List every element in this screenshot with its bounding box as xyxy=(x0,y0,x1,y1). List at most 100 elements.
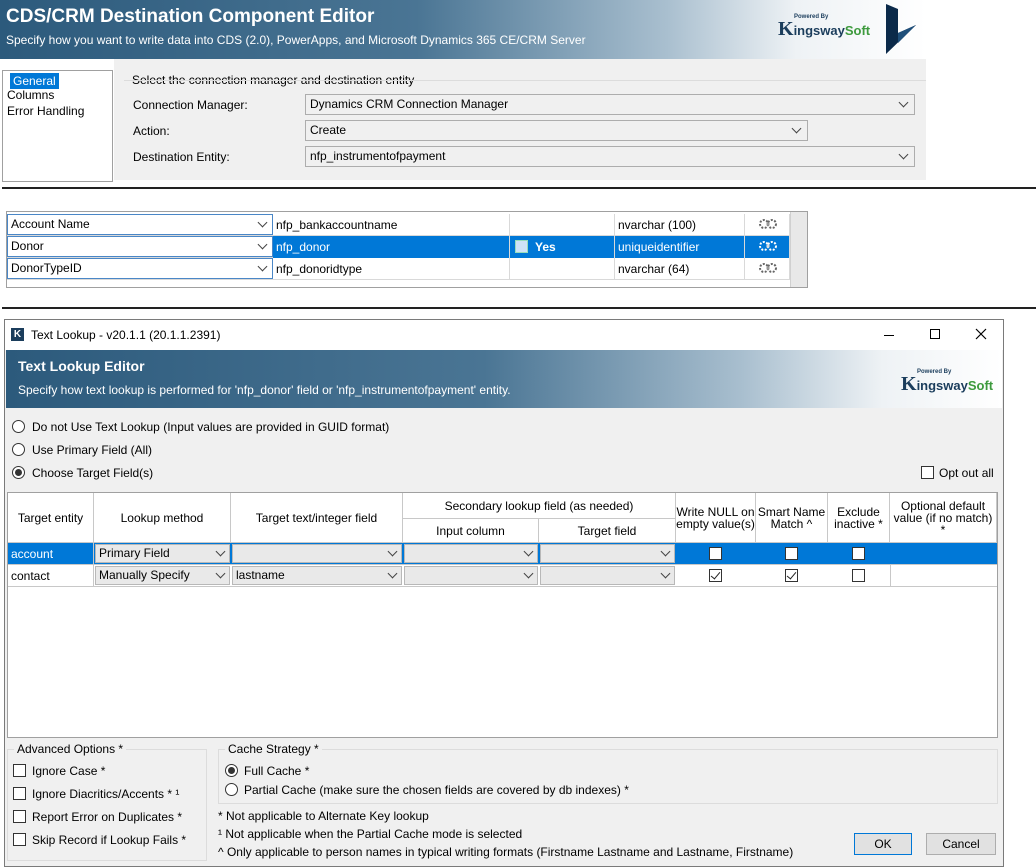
no-lookup-label: Do not Use Text Lookup (Input values are… xyxy=(32,420,390,434)
data-type: nvarchar (64) xyxy=(615,258,745,280)
app-icon: K xyxy=(11,328,24,341)
optional-default-input[interactable] xyxy=(890,565,997,587)
nav-item-general[interactable]: General xyxy=(3,71,112,89)
editor-subtitle: Specify how you want to write data into … xyxy=(6,33,586,47)
lookup-method-select[interactable]: Primary Field xyxy=(95,544,230,563)
footnote: * Not applicable to Alternate Key lookup xyxy=(218,809,429,823)
opt-out-all-label: Opt out all xyxy=(939,466,994,480)
exclude-inactive-checkbox[interactable] xyxy=(852,569,865,582)
action-label: Action: xyxy=(133,124,170,138)
optional-default-input[interactable] xyxy=(890,543,997,565)
key-cell[interactable]: Yes xyxy=(510,236,615,258)
divider xyxy=(2,187,1036,189)
write-null-checkbox[interactable] xyxy=(709,547,722,560)
target-field: nfp_bankaccountname xyxy=(273,214,510,236)
no-lookup-radio[interactable] xyxy=(12,420,25,433)
chevron-down-icon xyxy=(257,217,268,228)
col-write-null: Write NULL on empty value(s) xyxy=(676,493,756,543)
lookup-settings-icon[interactable] xyxy=(758,262,778,274)
destination-entity-label: Destination Entity: xyxy=(133,150,230,164)
close-icon xyxy=(975,328,987,340)
full-cache-radio[interactable] xyxy=(225,764,238,777)
lookup-settings-icon[interactable] xyxy=(758,240,778,252)
col-input-column: Input column xyxy=(403,519,539,543)
ok-button[interactable]: OK xyxy=(854,833,912,855)
chevron-down-icon xyxy=(387,546,398,557)
target-field-select[interactable]: lastname xyxy=(232,566,402,585)
target-entity-cell: account xyxy=(8,543,94,565)
choose-target-fields-label: Choose Target Field(s) xyxy=(32,466,154,480)
key-cell xyxy=(510,258,615,280)
primary-field-radio[interactable] xyxy=(12,443,25,456)
lookup-grid: Target entity Lookup method Target text/… xyxy=(7,492,998,738)
window-titlebar: K Text Lookup - v20.1.1 (20.1.1.2391) xyxy=(5,320,1003,350)
chevron-down-icon xyxy=(660,568,671,579)
cache-strategy-legend: Cache Strategy * xyxy=(225,742,322,756)
table-row[interactable]: contact Manually Specify lastname xyxy=(8,565,997,587)
nav-item-error-handling[interactable]: Error Handling xyxy=(3,103,112,119)
advanced-options-legend: Advanced Options * xyxy=(14,742,127,756)
footnote: ^ Only applicable to person names in typ… xyxy=(218,845,794,859)
chevron-down-icon xyxy=(791,123,802,134)
destination-entity-select[interactable]: nfp_instrumentofpayment xyxy=(305,146,915,167)
chevron-down-icon xyxy=(257,261,268,272)
ignore-diacritics-label: Ignore Diacritics/Accents * ¹ xyxy=(32,787,180,801)
editor-banner: CDS/CRM Destination Component Editor Spe… xyxy=(0,0,926,59)
cancel-button[interactable]: Cancel xyxy=(926,833,996,855)
target-field: nfp_donor xyxy=(273,236,510,258)
partial-cache-radio[interactable] xyxy=(225,783,238,796)
opt-out-all-checkbox[interactable] xyxy=(921,466,934,479)
ignore-diacritics-checkbox[interactable] xyxy=(13,787,26,800)
secondary-target-field-select[interactable] xyxy=(540,544,675,563)
target-field-select[interactable] xyxy=(232,544,402,563)
table-row[interactable]: account Primary Field xyxy=(8,543,997,565)
source-column-select[interactable]: DonorTypeID xyxy=(7,258,273,279)
chevron-down-icon xyxy=(387,568,398,579)
key-cell xyxy=(510,214,615,236)
table-scrollbar[interactable] xyxy=(790,212,807,287)
input-column-select[interactable] xyxy=(404,544,538,563)
data-type: nvarchar (100) xyxy=(615,214,745,236)
skip-record-label: Skip Record if Lookup Fails * xyxy=(32,833,187,847)
chevron-down-icon xyxy=(215,546,226,557)
partial-cache-label: Partial Cache (make sure the chosen fiel… xyxy=(244,783,629,797)
dialog-banner: Text Lookup Editor Specify how text look… xyxy=(6,350,1002,408)
smart-name-checkbox[interactable] xyxy=(785,547,798,560)
maximize-button[interactable] xyxy=(912,320,958,350)
minimize-button[interactable] xyxy=(866,320,912,350)
chevron-down-icon xyxy=(660,546,671,557)
nav-item-columns[interactable]: Columns xyxy=(3,87,112,103)
action-select[interactable]: Create xyxy=(305,120,808,141)
choose-target-fields-radio[interactable] xyxy=(12,466,25,479)
close-button[interactable] xyxy=(958,320,1004,350)
report-error-checkbox[interactable] xyxy=(13,810,26,823)
lookup-method-select[interactable]: Manually Specify xyxy=(95,566,230,585)
smart-name-checkbox[interactable] xyxy=(785,569,798,582)
exclude-inactive-checkbox[interactable] xyxy=(852,547,865,560)
col-exclude-inactive: Exclude inactive * xyxy=(828,493,890,543)
target-entity-cell: contact xyxy=(8,565,94,587)
source-column-select[interactable]: Account Name xyxy=(7,214,273,235)
write-null-checkbox[interactable] xyxy=(709,569,722,582)
secondary-target-field-select[interactable] xyxy=(540,566,675,585)
connection-manager-select[interactable]: Dynamics CRM Connection Manager xyxy=(305,94,915,115)
lookup-settings-icon[interactable] xyxy=(758,218,778,230)
dynamics-logo-icon xyxy=(886,4,916,54)
table-row[interactable]: Account Name nfp_bankaccountname nvarcha… xyxy=(7,214,807,236)
ignore-case-checkbox[interactable] xyxy=(13,764,26,777)
data-type: uniqueidentifier xyxy=(615,236,745,258)
primary-field-label: Use Primary Field (All) xyxy=(32,443,153,457)
col-target-field: Target text/integer field xyxy=(231,493,403,543)
table-row[interactable]: DonorTypeID nfp_donoridtype nvarchar (64… xyxy=(7,258,807,280)
chevron-down-icon xyxy=(898,149,909,160)
table-row[interactable]: Donor nfp_donor Yes uniqueidentifier xyxy=(7,236,807,258)
chevron-down-icon xyxy=(523,568,534,579)
target-field: nfp_donoridtype xyxy=(273,258,510,280)
skip-record-checkbox[interactable] xyxy=(13,833,26,846)
key-checkbox[interactable] xyxy=(515,240,528,253)
chevron-down-icon xyxy=(523,546,534,557)
input-column-select[interactable] xyxy=(404,566,538,585)
source-column-select[interactable]: Donor xyxy=(7,236,273,257)
divider xyxy=(2,307,1036,309)
col-secondary-lookup: Secondary lookup field (as needed) xyxy=(403,493,676,519)
